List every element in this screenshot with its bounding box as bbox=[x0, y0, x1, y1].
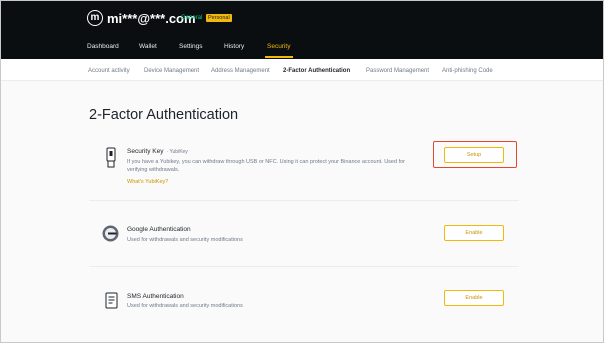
nav-wallet[interactable]: Wallet bbox=[139, 42, 157, 51]
sms-auth-title: SMS Authentication bbox=[127, 293, 184, 300]
top-header: m mi***@***.com General Personal Dashboa… bbox=[1, 1, 603, 59]
security-key-tag: · YubiKey bbox=[166, 149, 188, 155]
nav-dashboard[interactable]: Dashboard bbox=[87, 42, 119, 51]
google-auth-description: Used for withdrawals and security modifi… bbox=[127, 237, 243, 243]
account-level: General bbox=[181, 15, 203, 21]
security-key-setup-button[interactable]: Setup bbox=[444, 147, 504, 163]
security-subtabs: Account activity Device Management Addre… bbox=[1, 59, 603, 81]
security-key-description: If you have a Yubikey, you can withdraw … bbox=[127, 159, 405, 173]
google-auth-enable-button[interactable]: Enable bbox=[444, 225, 504, 241]
main-content: 2-Factor Authentication Security Key · Yu… bbox=[1, 82, 603, 342]
tab-password-management[interactable]: Password Management bbox=[366, 67, 429, 75]
security-key-label: Security Key bbox=[127, 148, 164, 155]
nav-security[interactable]: Security bbox=[267, 42, 290, 51]
security-key-title: Security Key · YubiKey bbox=[127, 147, 188, 157]
row-divider bbox=[89, 266, 519, 267]
page-title: 2-Factor Authentication bbox=[89, 107, 239, 123]
tab-2fa[interactable]: 2-Factor Authentication bbox=[283, 67, 350, 75]
browser-viewport: m mi***@***.com General Personal Dashboa… bbox=[0, 0, 604, 343]
tab-device-management[interactable]: Device Management bbox=[144, 67, 199, 75]
whats-yubikey-link[interactable]: What's YubiKey? bbox=[127, 178, 168, 186]
row-divider bbox=[89, 200, 519, 201]
nav-history[interactable]: History bbox=[224, 42, 244, 51]
google-auth-title: Google Authentication bbox=[127, 226, 191, 233]
nav-settings[interactable]: Settings bbox=[179, 42, 203, 51]
tab-account-activity[interactable]: Account activity bbox=[88, 67, 130, 75]
tab-anti-phishing-code[interactable]: Anti-phishing Code bbox=[442, 67, 493, 75]
nav-active-indicator bbox=[265, 56, 293, 58]
account-type-badge: Personal bbox=[206, 14, 232, 22]
sms-auth-description: Used for withdrawals and security modifi… bbox=[127, 303, 243, 309]
avatar-logo: m bbox=[87, 10, 103, 26]
sms-auth-enable-button[interactable]: Enable bbox=[444, 290, 504, 306]
usb-key-icon bbox=[106, 147, 116, 168]
google-authenticator-icon bbox=[102, 225, 119, 242]
tab-address-management[interactable]: Address Management bbox=[211, 67, 270, 75]
sms-phone-icon bbox=[105, 292, 118, 309]
